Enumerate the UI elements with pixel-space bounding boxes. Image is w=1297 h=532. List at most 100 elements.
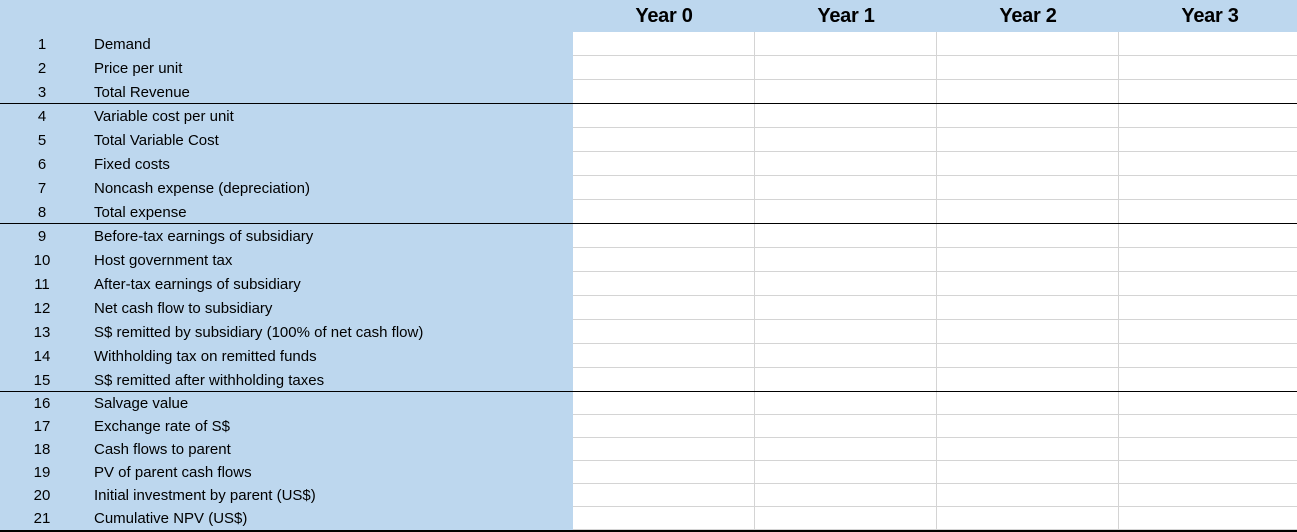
value-cell-year-3[interactable] bbox=[1119, 320, 1297, 344]
value-cell-year-0[interactable] bbox=[573, 80, 755, 104]
value-cell-year-2[interactable] bbox=[937, 248, 1119, 272]
value-cell-year-2[interactable] bbox=[937, 80, 1119, 104]
row-label: Variable cost per unit bbox=[94, 107, 234, 125]
value-cell-year-1[interactable] bbox=[755, 484, 937, 507]
value-cell-year-0[interactable] bbox=[573, 484, 755, 507]
table-row: 17 Exchange rate of S$ bbox=[0, 415, 1297, 438]
value-cell-year-2[interactable] bbox=[937, 484, 1119, 507]
value-cell-year-2[interactable] bbox=[937, 296, 1119, 320]
value-cell-year-2[interactable] bbox=[937, 320, 1119, 344]
value-cell-year-2[interactable] bbox=[937, 176, 1119, 200]
row-label: Cash flows to parent bbox=[94, 441, 231, 458]
value-cell-year-3[interactable] bbox=[1119, 438, 1297, 461]
value-cell-year-0[interactable] bbox=[573, 461, 755, 484]
value-cell-year-1[interactable] bbox=[755, 415, 937, 438]
value-cell-year-0[interactable] bbox=[573, 224, 755, 248]
value-cell-year-1[interactable] bbox=[755, 392, 937, 415]
value-cell-year-3[interactable] bbox=[1119, 32, 1297, 56]
value-cell-year-1[interactable] bbox=[755, 368, 937, 392]
value-cell-year-0[interactable] bbox=[573, 392, 755, 415]
value-cell-year-3[interactable] bbox=[1119, 248, 1297, 272]
value-cell-year-3[interactable] bbox=[1119, 200, 1297, 224]
row-label: Fixed costs bbox=[94, 155, 170, 173]
value-cell-year-0[interactable] bbox=[573, 368, 755, 392]
value-cell-year-0[interactable] bbox=[573, 56, 755, 80]
value-cell-year-3[interactable] bbox=[1119, 80, 1297, 104]
value-cell-year-3[interactable] bbox=[1119, 224, 1297, 248]
value-cell-year-2[interactable] bbox=[937, 415, 1119, 438]
table-row: 20 Initial investment by parent (US$) bbox=[0, 484, 1297, 507]
value-cell-year-3[interactable] bbox=[1119, 507, 1297, 530]
value-cell-year-3[interactable] bbox=[1119, 56, 1297, 80]
table-row: 4 Variable cost per unit bbox=[0, 104, 1297, 128]
value-cell-year-1[interactable] bbox=[755, 200, 937, 224]
value-cell-year-1[interactable] bbox=[755, 248, 937, 272]
value-cell-year-1[interactable] bbox=[755, 438, 937, 461]
value-cell-year-3[interactable] bbox=[1119, 461, 1297, 484]
value-cell-year-2[interactable] bbox=[937, 368, 1119, 392]
value-cell-year-2[interactable] bbox=[937, 152, 1119, 176]
value-cell-year-1[interactable] bbox=[755, 461, 937, 484]
value-cell-year-1[interactable] bbox=[755, 32, 937, 56]
value-cell-year-2[interactable] bbox=[937, 507, 1119, 530]
column-header-year-2: Year 2 bbox=[999, 5, 1057, 27]
value-cell-year-1[interactable] bbox=[755, 344, 937, 368]
row-label: PV of parent cash flows bbox=[94, 464, 252, 481]
table-row: 14 Withholding tax on remitted funds bbox=[0, 344, 1297, 368]
value-cell-year-2[interactable] bbox=[937, 200, 1119, 224]
value-cell-year-3[interactable] bbox=[1119, 176, 1297, 200]
value-cell-year-2[interactable] bbox=[937, 224, 1119, 248]
value-cell-year-1[interactable] bbox=[755, 128, 937, 152]
value-cell-year-3[interactable] bbox=[1119, 344, 1297, 368]
value-cell-year-0[interactable] bbox=[573, 152, 755, 176]
value-cell-year-0[interactable] bbox=[573, 438, 755, 461]
value-cell-year-1[interactable] bbox=[755, 80, 937, 104]
value-cell-year-0[interactable] bbox=[573, 104, 755, 128]
value-cell-year-2[interactable] bbox=[937, 56, 1119, 80]
value-cell-year-0[interactable] bbox=[573, 200, 755, 224]
value-cell-year-0[interactable] bbox=[573, 248, 755, 272]
table-row: 16 Salvage value bbox=[0, 392, 1297, 415]
value-cell-year-2[interactable] bbox=[937, 461, 1119, 484]
value-cell-year-0[interactable] bbox=[573, 320, 755, 344]
value-cell-year-1[interactable] bbox=[755, 104, 937, 128]
value-cell-year-3[interactable] bbox=[1119, 415, 1297, 438]
value-cell-year-0[interactable] bbox=[573, 176, 755, 200]
value-cell-year-2[interactable] bbox=[937, 32, 1119, 56]
value-cell-year-0[interactable] bbox=[573, 415, 755, 438]
row-label: S$ remitted after withholding taxes bbox=[94, 371, 325, 389]
value-cell-year-1[interactable] bbox=[755, 296, 937, 320]
value-cell-year-2[interactable] bbox=[937, 104, 1119, 128]
value-cell-year-0[interactable] bbox=[573, 296, 755, 320]
table-row: 10 Host government tax bbox=[0, 248, 1297, 272]
value-cell-year-3[interactable] bbox=[1119, 484, 1297, 507]
value-cell-year-1[interactable] bbox=[755, 272, 937, 296]
row-number: 13 bbox=[33, 323, 51, 341]
value-cell-year-1[interactable] bbox=[755, 56, 937, 80]
row-number: 17 bbox=[33, 418, 51, 435]
value-cell-year-0[interactable] bbox=[573, 32, 755, 56]
row-number: 21 bbox=[33, 510, 51, 527]
value-cell-year-0[interactable] bbox=[573, 272, 755, 296]
value-cell-year-3[interactable] bbox=[1119, 104, 1297, 128]
value-cell-year-2[interactable] bbox=[937, 344, 1119, 368]
value-cell-year-1[interactable] bbox=[755, 507, 937, 530]
capital-budgeting-sheet: Year 0 Year 1 Year 2 Year 3 1 Demand 2 Pric… bbox=[0, 0, 1297, 532]
value-cell-year-0[interactable] bbox=[573, 507, 755, 530]
value-cell-year-0[interactable] bbox=[573, 344, 755, 368]
value-cell-year-1[interactable] bbox=[755, 224, 937, 248]
value-cell-year-2[interactable] bbox=[937, 128, 1119, 152]
value-cell-year-1[interactable] bbox=[755, 176, 937, 200]
value-cell-year-3[interactable] bbox=[1119, 272, 1297, 296]
value-cell-year-1[interactable] bbox=[755, 320, 937, 344]
value-cell-year-3[interactable] bbox=[1119, 392, 1297, 415]
value-cell-year-0[interactable] bbox=[573, 128, 755, 152]
value-cell-year-3[interactable] bbox=[1119, 128, 1297, 152]
value-cell-year-1[interactable] bbox=[755, 152, 937, 176]
value-cell-year-2[interactable] bbox=[937, 272, 1119, 296]
value-cell-year-3[interactable] bbox=[1119, 368, 1297, 392]
value-cell-year-2[interactable] bbox=[937, 438, 1119, 461]
value-cell-year-3[interactable] bbox=[1119, 152, 1297, 176]
value-cell-year-3[interactable] bbox=[1119, 296, 1297, 320]
value-cell-year-2[interactable] bbox=[937, 392, 1119, 415]
